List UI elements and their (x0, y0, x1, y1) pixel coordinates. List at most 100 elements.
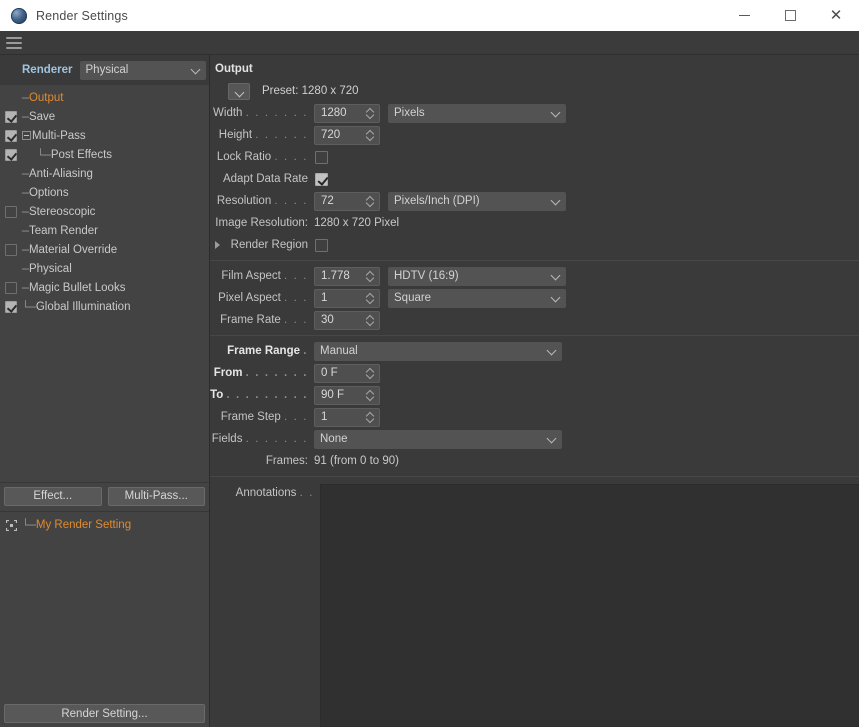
sidebar-item-label: Global Illumination (35, 300, 131, 313)
sidebar-item-output[interactable]: ─ Output (0, 88, 209, 107)
spinner-icon[interactable] (366, 367, 375, 379)
frame-rate-row: Frame Rate . . . 30 (210, 309, 859, 331)
height-label: Height . . . . . . (210, 129, 314, 141)
from-label: From . . . . . . . (210, 367, 314, 379)
sidebar-item-checkbox-cell (0, 205, 22, 218)
sidebar-item-checkbox[interactable] (5, 129, 17, 142)
pixel-aspect-value: 1 (321, 292, 328, 304)
sidebar-item-checkbox[interactable] (5, 205, 17, 218)
pixel-aspect-input[interactable]: 1 (314, 288, 380, 308)
sidebar-item-material-override[interactable]: ─ Material Override (0, 240, 209, 259)
chevron-down-icon (552, 293, 560, 301)
resolution-label: Resolution . . . . (210, 195, 314, 207)
from-input[interactable]: 0 F (314, 363, 380, 383)
hamburger-menu-icon[interactable] (6, 36, 22, 49)
multipass-button[interactable]: Multi-Pass... (107, 486, 205, 506)
from-label-dots: . . . . . . . (245, 367, 308, 379)
renderer-select[interactable]: Physical (79, 60, 206, 80)
sidebar-item-checkbox[interactable] (5, 148, 17, 161)
spinner-icon[interactable] (366, 195, 375, 207)
fields-value: None (320, 433, 348, 445)
lock-ratio-checkbox[interactable] (315, 150, 328, 164)
sidebar-item-label: Material Override (28, 243, 118, 256)
spinner-icon[interactable] (366, 292, 375, 304)
frame-range-value: Manual (320, 345, 358, 357)
sidebar-item-global-illumination[interactable]: └─ Global Illumination (0, 297, 209, 316)
to-value: 90 F (321, 389, 345, 401)
sidebar-item-checkbox[interactable] (5, 110, 17, 123)
frames-row: Frames: 91 (from 0 to 90) (210, 450, 859, 472)
spinner-icon[interactable] (366, 389, 375, 401)
sidebar-action-buttons: Effect... Multi-Pass... (0, 481, 209, 511)
sidebar-item-stereoscopic[interactable]: ─ Stereoscopic (0, 202, 209, 221)
sidebar-item-checkbox[interactable] (5, 281, 17, 294)
adapt-data-rate-checkbox[interactable] (315, 172, 328, 186)
pixel-aspect-preset-select[interactable]: Square (388, 288, 566, 308)
resolution-unit-select[interactable]: Pixels/Inch (DPI) (388, 191, 566, 211)
spinner-icon[interactable] (366, 411, 375, 423)
spinner-icon[interactable] (366, 129, 375, 141)
width-label-text: Width (213, 107, 243, 119)
sidebar-item-team-render[interactable]: ─ Team Render (0, 221, 209, 240)
frame-step-label-text: Frame Step (220, 411, 281, 423)
height-value: 720 (321, 129, 341, 141)
tree-collapse-icon[interactable] (22, 131, 31, 140)
frame-rate-input[interactable]: 30 (314, 310, 380, 330)
width-value: 1280 (321, 107, 347, 119)
render-setting-button[interactable]: Render Setting... (4, 704, 205, 723)
render-region-checkbox[interactable] (315, 238, 328, 252)
width-unit-select[interactable]: Pixels (388, 103, 566, 123)
sidebar-item-anti-aliasing[interactable]: ─ Anti-Aliasing (0, 164, 209, 183)
menu-strip (0, 31, 859, 55)
window-controls: ✕ (721, 0, 859, 31)
renderer-label: Renderer (22, 64, 73, 76)
width-row: Width . . . . . . . 1280 Pixels (210, 102, 859, 124)
from-label-text: From (213, 367, 243, 379)
sidebar-item-save[interactable]: ─ Save (0, 107, 209, 126)
pixel-aspect-label-dots: . . . (284, 292, 308, 304)
resolution-input[interactable]: 72 (314, 191, 380, 211)
maximize-button[interactable] (767, 0, 813, 31)
preset-row: Preset: 1280 x 720 (210, 80, 859, 102)
frame-step-row: Frame Step . . . 1 (210, 406, 859, 428)
sidebar-item-magic-bullet-looks[interactable]: ─ Magic Bullet Looks (0, 278, 209, 297)
width-input[interactable]: 1280 (314, 103, 380, 123)
frame-step-input[interactable]: 1 (314, 407, 380, 427)
sidebar-item-physical[interactable]: ─ Physical (0, 259, 209, 278)
sidebar-item-multi-pass[interactable]: Multi-Pass (0, 126, 209, 145)
minimize-button[interactable] (721, 0, 767, 31)
annotations-textarea[interactable] (320, 484, 859, 727)
chevron-right-icon[interactable] (215, 241, 220, 249)
list-item[interactable]: └─ My Render Setting (0, 516, 209, 535)
close-button[interactable]: ✕ (813, 0, 859, 31)
renderer-row: Renderer Physical (0, 55, 209, 85)
hamburger-line (6, 46, 22, 49)
frame-range-select[interactable]: Manual (314, 341, 562, 361)
fields-select[interactable]: None (314, 429, 562, 449)
sidebar-item-checkbox[interactable] (5, 243, 17, 256)
effect-button[interactable]: Effect... (4, 486, 102, 506)
sidebar-item-checkbox[interactable] (5, 300, 17, 313)
sidebar-item-post-effects[interactable]: └─ Post Effects (0, 145, 209, 164)
window-titlebar: Render Settings ✕ (0, 0, 859, 31)
preset-dropdown-button[interactable] (228, 82, 250, 100)
resolution-unit-value: Pixels/Inch (DPI) (394, 195, 480, 207)
chevron-down-icon (552, 271, 560, 279)
sidebar-item-options[interactable]: ─ Options (0, 183, 209, 202)
spinner-icon[interactable] (366, 107, 375, 119)
sidebar-item-label: Anti-Aliasing (28, 167, 93, 180)
annotations-row: Annotations . . (210, 481, 859, 727)
spinner-icon[interactable] (366, 270, 375, 282)
film-aspect-preset-select[interactable]: HDTV (16:9) (388, 266, 566, 286)
frame-rate-label: Frame Rate . . . (210, 314, 314, 326)
sidebar-item-checkbox-cell (0, 243, 22, 256)
sidebar-item-label: Magic Bullet Looks (28, 281, 126, 294)
to-input[interactable]: 90 F (314, 385, 380, 405)
tree-branch-glyph: ─ (22, 223, 29, 238)
preset-label: Preset: 1280 x 720 (262, 85, 359, 97)
film-aspect-label-dots: . . . (284, 270, 308, 282)
spinner-icon[interactable] (366, 314, 375, 326)
height-input[interactable]: 720 (314, 125, 380, 145)
film-aspect-input[interactable]: 1.778 (314, 266, 380, 286)
sidebar-item-label: Save (28, 110, 56, 123)
